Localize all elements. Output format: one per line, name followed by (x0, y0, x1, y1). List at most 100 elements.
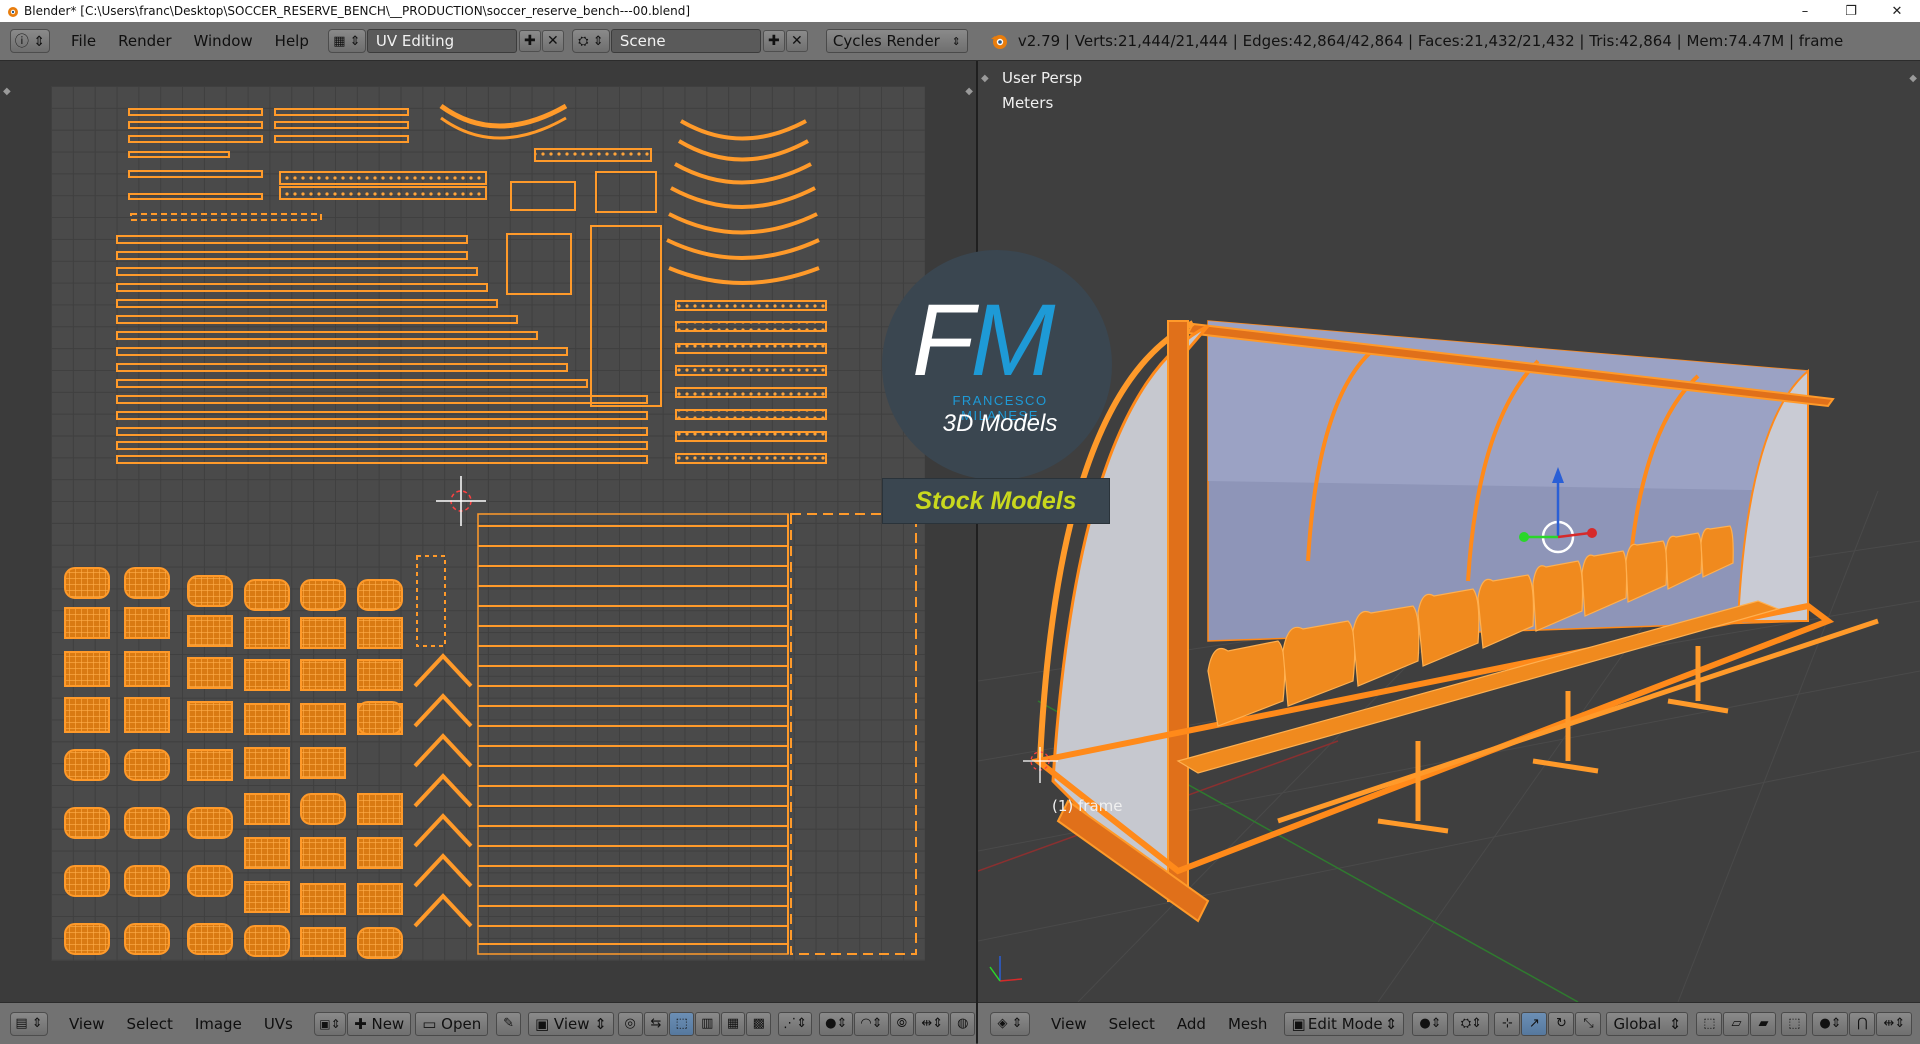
menu-window[interactable]: Window (183, 29, 264, 53)
uv-editor-header: ▤ ⇕ View Select Image UVs ▣⇕ ✚ New ▭ Ope… (0, 1002, 976, 1044)
updown-arrow-icon: ⇕ (1668, 1014, 1682, 1033)
mode-label: Edit Mode (1307, 1014, 1383, 1033)
face-mode-icon[interactable]: ▰ (1750, 1011, 1777, 1036)
render-engine-label: Cycles Render (832, 32, 940, 50)
add-scene-button[interactable]: ✚ (762, 30, 785, 52)
shading-icon[interactable]: ●⇕ (1412, 1011, 1449, 1036)
3d-menu-view[interactable]: View (1040, 1012, 1098, 1036)
uv-image-editor[interactable]: ◆ ◆ (0, 61, 976, 1002)
edit-mode-icon: ▣ (1291, 1014, 1306, 1033)
orientation-dropdown[interactable]: Global ⇕ (1606, 1011, 1689, 1036)
3d-menu-add[interactable]: Add (1166, 1012, 1217, 1036)
plus-icon: ✚ (524, 33, 536, 49)
vertex-select-icon[interactable]: ⬚ (669, 1011, 694, 1036)
blender-logo-icon (990, 35, 1007, 49)
menu-file[interactable]: File (60, 29, 107, 53)
uv-island-strip (128, 108, 263, 116)
delete-scene-button[interactable]: ✕ (785, 30, 808, 52)
editor-type-3d-button[interactable]: ◈ ⇕ (990, 1011, 1030, 1036)
snap-icon[interactable]: ⦾ (889, 1011, 915, 1036)
sync-selection-icon[interactable]: ⇆ (643, 1011, 669, 1036)
screen-layout-field[interactable]: UV Editing (366, 29, 517, 53)
new-image-button[interactable]: ✚ New (347, 1011, 412, 1036)
watermark-logo: FM (912, 283, 1055, 397)
falloff-icon[interactable]: ◠⇕ (854, 1011, 889, 1036)
image-mode-dropdown[interactable]: ▣ View ⇕ (527, 1011, 614, 1036)
active-object-label: (1) frame (1052, 797, 1123, 815)
proportional-edit-icon[interactable]: ●⇕ (819, 1011, 854, 1036)
occlude-geometry-icon[interactable]: ⬚ (1781, 1011, 1808, 1036)
pivot-icon[interactable]: ◎ (617, 1011, 643, 1036)
3d-viewport[interactable]: ◆ ◆ User Persp Meters (1) frame (978, 61, 1920, 1002)
scene-render (978, 320, 1920, 1002)
updown-arrow-icon: ⇕ (951, 34, 961, 48)
mode-dropdown[interactable]: ▣ Edit Mode ⇕ (1284, 1011, 1405, 1036)
uv-menu-image[interactable]: Image (184, 1012, 253, 1036)
layout-grid-icon: ▦ ⇕ (333, 33, 361, 49)
restore-button[interactable]: ❐ (1828, 0, 1874, 22)
scene-statistics: v2.79 | Verts:21,444/21,444 | Edges:42,8… (1017, 32, 1844, 50)
window-titlebar: Blender* [C:\Users\franc\Desktop\SOCCER_… (0, 0, 1920, 23)
face-select-icon[interactable]: ▦ (720, 1011, 746, 1036)
expand-toolshelf-icon[interactable]: ◆ (3, 86, 11, 97)
x-icon: ✕ (791, 33, 803, 49)
translate-manipulator-icon[interactable]: ↗ (1521, 1011, 1548, 1036)
island-select-icon[interactable]: ▩ (746, 1011, 772, 1036)
open-image-label: Open (441, 1014, 482, 1033)
3d-menu-mesh[interactable]: Mesh (1217, 1012, 1279, 1036)
minimize-button[interactable]: – (1782, 0, 1828, 22)
view-mode-icon: ▣ (534, 1014, 554, 1033)
add-layout-button[interactable]: ✚ (518, 30, 541, 52)
pin-icon[interactable]: ✎ (496, 1011, 521, 1036)
axis-gizmo (989, 956, 1023, 982)
rotate-manipulator-icon[interactable]: ↻ (1548, 1011, 1575, 1036)
scene-browse-button[interactable]: ⛭ ⇕ (571, 29, 610, 53)
menu-help[interactable]: Help (264, 29, 320, 53)
plus-icon: ✚ (354, 1014, 372, 1033)
orientation-label: Global (1613, 1014, 1662, 1033)
menu-render[interactable]: Render (107, 29, 182, 53)
fm-watermark: FM FRANCESCO MILANESE 3D Models Stock Mo… (882, 250, 1112, 524)
uv-menu-view[interactable]: View (58, 1012, 116, 1036)
cube-icon: ◈ ⇕ (997, 1016, 1023, 1031)
close-button[interactable]: ✕ (1874, 0, 1920, 22)
image-editor-icon: ▤ ⇕ (15, 1016, 43, 1031)
uv-islands (64, 103, 917, 959)
blender-logo-icon (8, 7, 18, 17)
uv-menu-uvs[interactable]: UVs (253, 1012, 304, 1036)
edge-select-icon[interactable]: ▥ (694, 1011, 720, 1036)
snap-element-icon[interactable]: ⇹⇕ (915, 1011, 950, 1036)
3d-menu-select[interactable]: Select (1098, 1012, 1166, 1036)
editor-type-info-button[interactable]: ⓘ ⇕ (10, 29, 50, 53)
snap-target-icon[interactable]: ⇹⇕ (1876, 1011, 1913, 1036)
render-engine-dropdown[interactable]: Cycles Render ⇕ (825, 29, 968, 53)
plus-icon: ✚ (768, 33, 780, 49)
info-icon: ⓘ ⇕ (14, 34, 46, 50)
updown-arrow-icon: ⇕ (1384, 1014, 1398, 1033)
delete-layout-button[interactable]: ✕ (541, 30, 564, 52)
watermark-ribbon: Stock Models (882, 478, 1110, 524)
watermark-subtitle: 3D Models (942, 410, 1058, 437)
open-image-button[interactable]: ▭ Open (415, 1011, 489, 1036)
proportional-editing-icon[interactable]: ●⇕ (1812, 1011, 1849, 1036)
pivot-point-icon[interactable]: ⛭⇕ (1453, 1011, 1490, 1036)
scene-icon: ⛭ ⇕ (578, 33, 604, 49)
uv-menu-select[interactable]: Select (116, 1012, 184, 1036)
uv-canvas[interactable] (51, 86, 925, 961)
scene-field[interactable]: Scene (610, 29, 761, 53)
editor-type-image-button[interactable]: ▤ ⇕ (10, 1011, 48, 1036)
info-header: ⓘ ⇕ File Render Window Help ▦ ⇕ UV Editi… (0, 22, 1920, 61)
sticky-selection-icon[interactable]: ⋰⇕ (778, 1011, 813, 1036)
expand-properties-icon[interactable]: ◆ (965, 86, 973, 97)
folder-icon: ▭ (422, 1014, 442, 1033)
render-preview-icon[interactable]: ◍ (950, 1011, 976, 1036)
screen-layout-browse-button[interactable]: ▦ ⇕ (327, 29, 366, 53)
manipulator-toggle-icon[interactable]: ⊹ (1494, 1011, 1521, 1036)
vertex-mode-icon[interactable]: ⬚ (1696, 1011, 1723, 1036)
scale-manipulator-icon[interactable]: ⤡ (1575, 1011, 1602, 1036)
snap-magnet-icon[interactable]: ⋂ (1849, 1011, 1876, 1036)
image-icon: ▣⇕ (319, 1016, 341, 1031)
image-browse-button[interactable]: ▣⇕ (313, 1011, 347, 1036)
view-mode-label: View (553, 1014, 590, 1033)
edge-mode-icon[interactable]: ▱ (1723, 1011, 1750, 1036)
